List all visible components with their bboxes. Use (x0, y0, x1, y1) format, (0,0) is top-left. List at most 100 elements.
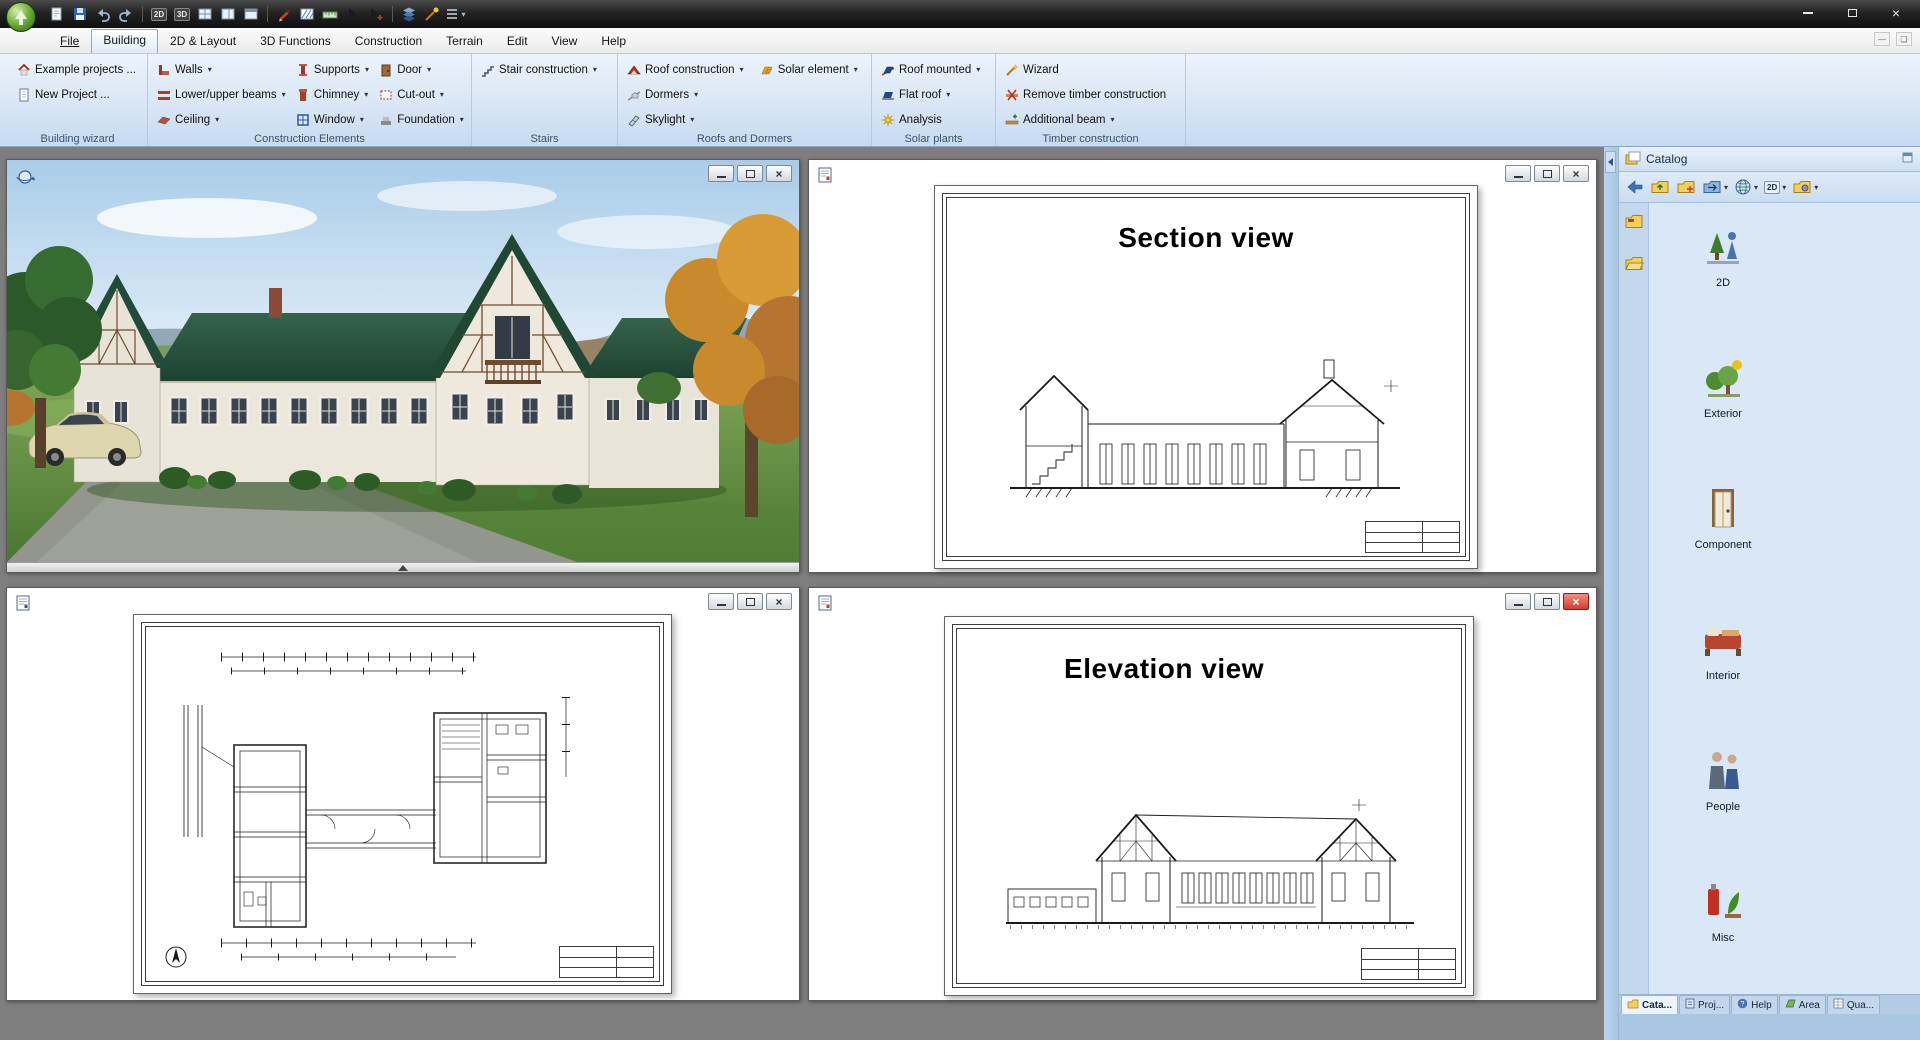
cursor-plus-icon[interactable] (365, 3, 387, 25)
collapse-panel-icon[interactable] (1605, 151, 1616, 173)
menu-tab-terrain[interactable]: Terrain (434, 30, 495, 53)
layers-icon[interactable] (398, 3, 420, 25)
remove-timber-button[interactable]: Remove timber construction (1002, 87, 1183, 103)
orbit-view-icon[interactable] (15, 167, 35, 190)
lower-upper-beams-button[interactable]: Lower/upper beams▾ (154, 87, 291, 103)
redo-icon[interactable] (115, 3, 137, 25)
viewport-close-button[interactable]: × (1563, 593, 1589, 610)
viewport-close-button[interactable]: × (766, 165, 792, 182)
folder-settings-icon[interactable]: ▾ (1790, 175, 1820, 199)
folder-closed-icon[interactable] (1624, 213, 1644, 233)
menu-tab-3d-functions[interactable]: 3D Functions (248, 30, 343, 53)
chimney-button[interactable]: Chimney▾ (293, 87, 374, 103)
catalog-item-component[interactable]: Component (1659, 473, 1787, 604)
viewport-minimize-button[interactable] (1505, 165, 1531, 182)
viewport-grid-icon[interactable] (194, 3, 216, 25)
folder-import-icon[interactable]: ▾ (1700, 175, 1730, 199)
viewport-minimize-button[interactable] (1505, 593, 1531, 610)
menu-tab-building[interactable]: Building (91, 29, 158, 53)
undo-icon[interactable] (92, 3, 114, 25)
viewport-minimize-button[interactable] (708, 165, 734, 182)
tab-quantities[interactable]: Qua... (1827, 995, 1880, 1014)
catalog-item-2d[interactable]: 2D (1659, 211, 1787, 342)
view-2d-icon[interactable]: 2D (148, 3, 170, 25)
dormers-button[interactable]: Dormers▾ (624, 87, 755, 103)
menu-tab-file[interactable]: File (48, 30, 91, 53)
viewport-maximize-button[interactable] (737, 165, 763, 182)
window-button[interactable]: Window▾ (293, 112, 374, 128)
new-project-button[interactable]: New Project ... (14, 87, 145, 103)
viewport-maximize-button[interactable] (1534, 165, 1560, 182)
roof-mounted-button[interactable]: Roof mounted▾ (878, 62, 993, 78)
viewport-floorplan[interactable]: × (6, 587, 800, 1001)
menu-tab-2d-layout[interactable]: 2D & Layout (158, 30, 248, 53)
tab-catalog[interactable]: Cata... (1621, 995, 1678, 1014)
red-pen-icon[interactable] (273, 3, 295, 25)
ruler-icon[interactable] (319, 3, 341, 25)
scroll-marker-icon (398, 565, 408, 571)
button-label: Window (314, 114, 355, 126)
solar-element-button[interactable]: Solar element▾ (757, 62, 869, 78)
folder-open-icon[interactable] (1624, 255, 1644, 275)
button-label: Additional beam (1023, 114, 1105, 126)
catalog-item-misc[interactable]: Misc (1659, 866, 1787, 997)
catalog-item-people[interactable]: People (1659, 735, 1787, 866)
viewport-3d[interactable]: × (6, 159, 800, 573)
list-icon[interactable]: ▾ (444, 3, 466, 25)
view-mode-2d-button[interactable]: 2D▾ (1762, 175, 1788, 199)
tab-area[interactable]: Area (1779, 995, 1826, 1014)
window-maximize-button[interactable] (1830, 0, 1874, 26)
viewport-maximize-button[interactable] (1534, 593, 1560, 610)
folder-new-icon[interactable] (1674, 175, 1698, 199)
viewport-elevation[interactable]: Elevation view (808, 587, 1597, 1001)
wand-icon[interactable] (421, 3, 443, 25)
stair-construction-button[interactable]: Stair construction▾ (478, 62, 615, 78)
toolbar-separator (142, 6, 143, 22)
viewport-section[interactable]: Section view (808, 159, 1597, 573)
supports-button[interactable]: Supports▾ (293, 62, 374, 78)
viewport-single-icon[interactable] (240, 3, 262, 25)
nav-back-icon[interactable] (1622, 175, 1646, 199)
ceiling-button[interactable]: Ceiling▾ (154, 112, 291, 128)
panel-splitter[interactable] (1604, 147, 1618, 1040)
window-close-button[interactable]: × (1874, 0, 1918, 26)
menu-tab-help[interactable]: Help (589, 30, 638, 53)
analysis-button[interactable]: Analysis (878, 112, 993, 128)
door-button[interactable]: Door▾ (376, 62, 469, 78)
hatch-icon[interactable] (296, 3, 318, 25)
viewport-close-button[interactable]: × (1563, 165, 1589, 182)
menu-tab-construction[interactable]: Construction (343, 30, 434, 53)
save-icon[interactable] (69, 3, 91, 25)
app-logo-icon[interactable] (5, 1, 37, 33)
roof-construction-button[interactable]: Roof construction▾ (624, 62, 755, 78)
tab-help[interactable]: ? Help (1731, 995, 1778, 1014)
flat-roof-button[interactable]: Flat roof▾ (878, 87, 993, 103)
window-minimize-button[interactable] (1786, 0, 1830, 26)
child-minimize-icon[interactable]: — (1874, 32, 1890, 46)
menu-tab-view[interactable]: View (540, 30, 590, 53)
walls-button[interactable]: Walls▾ (154, 62, 291, 78)
child-restore-icon[interactable]: ❏ (1896, 32, 1912, 46)
tab-project[interactable]: Proj... (1679, 995, 1730, 1014)
menu-tab-edit[interactable]: Edit (495, 30, 540, 53)
additional-beam-button[interactable]: Additional beam▾ (1002, 112, 1183, 128)
globe-icon[interactable]: ▾ (1732, 175, 1760, 199)
cursor-icon[interactable] (342, 3, 364, 25)
skylight-button[interactable]: Skylight▾ (624, 112, 755, 128)
catalog-item-exterior[interactable]: Exterior (1659, 342, 1787, 473)
timber-wizard-button[interactable]: Wizard (1002, 62, 1183, 78)
viewport-split-icon[interactable] (217, 3, 239, 25)
viewport-scrollbar[interactable] (7, 562, 799, 572)
view-3d-icon[interactable]: 3D (171, 3, 193, 25)
catalog-item-interior[interactable]: Interior (1659, 604, 1787, 735)
viewport-close-button[interactable]: × (766, 593, 792, 610)
example-projects-button[interactable]: Example projects ... (14, 62, 145, 78)
button-label: Dormers (645, 89, 689, 101)
folder-up-icon[interactable] (1648, 175, 1672, 199)
foundation-button[interactable]: Foundation▾ (376, 112, 469, 128)
new-document-icon[interactable] (46, 3, 68, 25)
cut-out-button[interactable]: Cut-out▾ (376, 87, 469, 103)
panel-pin-icon[interactable] (1901, 151, 1914, 167)
viewport-minimize-button[interactable] (708, 593, 734, 610)
viewport-maximize-button[interactable] (737, 593, 763, 610)
